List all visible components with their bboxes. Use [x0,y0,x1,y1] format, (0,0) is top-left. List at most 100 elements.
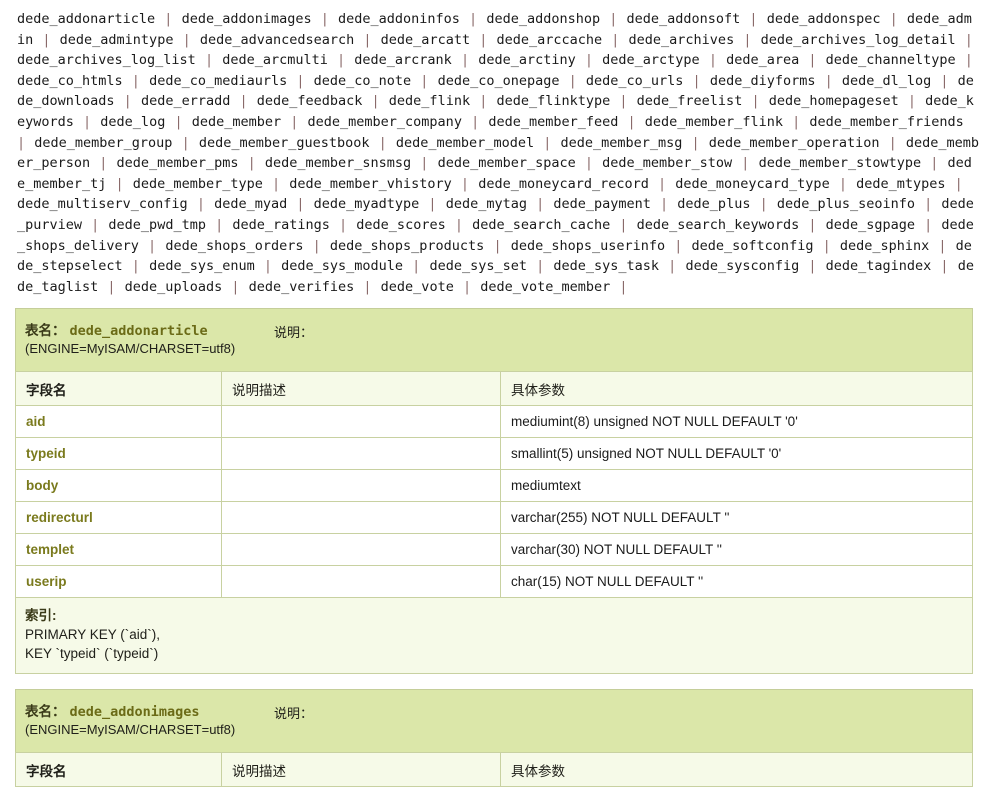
table-link[interactable]: dede_co_note [314,73,412,89]
table-link[interactable]: dede_mytag [446,196,527,212]
table-link[interactable]: dede_member_company [308,114,462,130]
table-link[interactable]: dede_admintype [60,32,174,48]
list-separator: | [139,237,165,254]
table-link[interactable]: dede_member_flink [645,114,783,130]
table-link[interactable]: dede_plus_seoinfo [777,196,915,212]
table-link[interactable]: dede_plus [677,196,750,212]
table-link[interactable]: dede_arctype [602,52,700,68]
table-link[interactable]: dede_softconfig [692,238,814,254]
table-link[interactable]: dede_member_space [438,155,576,171]
note-label: 说明： [274,706,314,722]
table-link[interactable]: dede_sys_set [429,258,527,274]
table-link[interactable]: dede_search_keywords [637,217,800,233]
table-link[interactable]: dede_dl_log [842,73,931,89]
table-link[interactable]: dede_shops_userinfo [511,238,665,254]
table-link[interactable]: dede_sgpage [826,217,915,233]
list-separator: | [880,134,905,151]
table-link[interactable]: dede_member_friends [809,114,963,130]
table-name-prefix: 表名： [25,323,66,339]
table-link[interactable]: dede_member_msg [560,135,682,151]
table-link[interactable]: dede_member_pms [117,155,239,171]
table-note: 说明： [274,703,313,722]
table-link[interactable]: dede_addonshop [486,11,600,27]
table-link[interactable]: dede_myad [214,196,287,212]
table-link[interactable]: dede_addonimages [182,11,312,27]
table-link[interactable]: dede_tagindex [826,258,932,274]
table-link[interactable]: dede_co_onepage [438,73,560,89]
index-definition-line: KEY `typeid` (`typeid`) [25,646,159,662]
table-link[interactable]: dede_advancedsearch [200,32,354,48]
table-link[interactable]: dede_shops_orders [165,238,303,254]
list-separator: | [800,258,825,275]
table-link[interactable]: dede_freelist [637,93,743,109]
table-link[interactable]: dede_arcatt [381,32,470,48]
list-separator: | [370,134,395,151]
table-link[interactable]: dede_moneycard_type [675,176,829,192]
table-link[interactable]: dede_sys_module [281,258,403,274]
list-separator: | [83,216,108,233]
table-link[interactable]: dede_addonspec [767,11,881,27]
table-link[interactable]: dede_member_operation [709,135,880,151]
table-link[interactable]: dede_feedback [257,93,363,109]
table-link[interactable]: dede_vote_member [480,279,610,295]
table-link[interactable]: dede_archives_log_list [17,52,196,68]
table-link[interactable]: dede_sysconfig [685,258,799,274]
table-row: userip char(15) NOT NULL DEFAULT '' [15,565,973,599]
table-link[interactable]: dede_multiserv_config [17,196,188,212]
table-link[interactable]: dede_member_type [133,176,263,192]
list-separator: | [881,11,906,27]
list-separator: | [412,72,437,89]
table-link[interactable]: dede_arctiny [478,52,576,68]
table-link[interactable]: dede_moneycard_record [478,176,649,192]
table-link[interactable]: dede_arcrank [354,52,452,68]
table-link[interactable]: dede_archives [629,32,735,48]
list-separator: | [666,237,691,254]
table-link[interactable]: dede_addonsoft [627,11,741,27]
table-link[interactable]: dede_shops_products [330,238,484,254]
schema-header-cell: 表名： dede_addonimages (ENGINE=MyISAM/CHARSE… [15,689,973,753]
table-link[interactable]: dede_erradd [141,93,230,109]
table-name-value: dede_addonimages [69,704,200,721]
table-link[interactable]: dede_verifies [249,279,355,295]
table-link[interactable]: dede_arccache [496,32,602,48]
table-link[interactable]: dede_sphinx [840,238,929,254]
table-link[interactable]: dede_log [100,114,165,130]
table-link[interactable]: dede_addoninfos [338,11,460,27]
table-link[interactable]: dede_archives_log_detail [761,32,956,48]
table-link[interactable]: dede_homepageset [769,93,899,109]
list-separator: | [684,72,709,89]
table-link[interactable]: dede_search_cache [472,217,610,233]
table-link[interactable]: dede_member [192,114,281,130]
table-link[interactable]: dede_sys_enum [149,258,255,274]
table-link[interactable]: dede_member_group [34,135,172,151]
table-link[interactable]: dede_payment [553,196,651,212]
table-link[interactable]: dede_flinktype [496,93,610,109]
table-link[interactable]: dede_member_stowtype [759,155,922,171]
field-param-cell: smallint(5) unsigned NOT NULL DEFAULT '0… [500,437,973,471]
table-link[interactable]: dede_member_stow [602,155,732,171]
table-link[interactable]: dede_member_guestbook [199,135,370,151]
table-link[interactable]: dede_myadtype [314,196,420,212]
list-separator: | [330,216,356,233]
table-link[interactable]: dede_member_vhistory [289,176,452,192]
table-link[interactable]: dede_co_mediaurls [149,73,287,89]
table-link[interactable]: dede_sys_task [553,258,659,274]
table-link[interactable]: dede_vote [381,279,454,295]
table-link[interactable]: dede_diyforms [710,73,816,89]
table-link[interactable]: dede_uploads [125,279,223,295]
table-link[interactable]: dede_area [726,52,799,68]
table-link[interactable]: dede_arcmulti [222,52,328,68]
list-separator: | [282,113,307,130]
table-link[interactable]: dede_channeltype [826,52,956,68]
table-link[interactable]: dede_scores [356,217,445,233]
table-link[interactable]: dede_ratings [232,217,330,233]
table-link[interactable]: dede_member_feed [488,114,618,130]
table-link[interactable]: dede_mtypes [856,176,945,192]
table-link[interactable]: dede_member_model [396,135,534,151]
table-link[interactable]: dede_co_htmls [17,73,123,89]
table-link[interactable]: dede_flink [389,93,470,109]
table-link[interactable]: dede_addonarticle [17,11,155,27]
table-link[interactable]: dede_co_urls [586,73,684,89]
table-link[interactable]: dede_member_snsmsg [265,155,411,171]
table-link[interactable]: dede_pwd_tmp [108,217,206,233]
